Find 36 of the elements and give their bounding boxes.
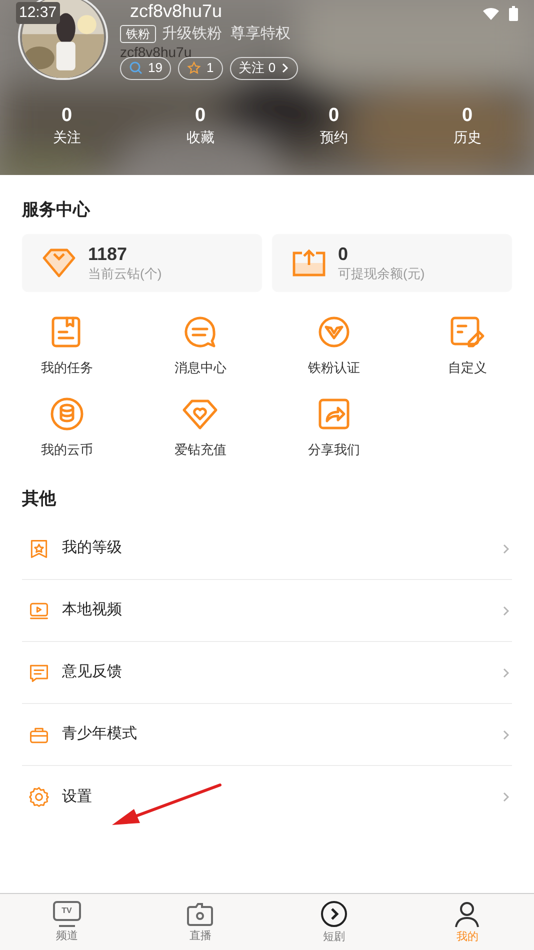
user-icon	[453, 900, 482, 928]
chevron-icon	[502, 666, 510, 678]
shortcut-item[interactable]: 消息中心	[134, 312, 267, 378]
upload-icon	[292, 249, 326, 277]
balance-card[interactable]: 1187 当前云钻(个)	[22, 234, 262, 292]
shortcut-item[interactable]: 分享我们	[267, 394, 400, 460]
chevron-icon	[502, 728, 510, 740]
chevron-icon	[502, 604, 510, 616]
balance-value: 1187	[88, 243, 128, 265]
balance-label: 当前云钻(个)	[88, 265, 162, 283]
balance-card[interactable]: 0 可提现余额(元)	[272, 234, 512, 292]
shortcut-item[interactable]: 爱钻充值	[134, 394, 267, 460]
diamond-icon	[42, 248, 76, 278]
menu-item[interactable]: 本地视频	[22, 580, 512, 642]
chevron-icon	[502, 542, 510, 554]
nav-tab[interactable]: TV 频道	[0, 894, 134, 950]
chevron-icon	[502, 791, 510, 803]
section-title: 其他	[22, 488, 58, 510]
balance-label: 可提现余额(元)	[338, 265, 425, 283]
tv-icon-text: TV	[62, 907, 72, 915]
shortcut-item[interactable]: 铁粉认证	[267, 312, 400, 378]
section-title: 服务中心	[22, 199, 92, 221]
shortcut-item[interactable]: 我的任务	[0, 312, 134, 378]
nav-tab[interactable]: 短剧	[267, 894, 400, 950]
camera-icon	[186, 901, 214, 927]
level-icon	[28, 538, 50, 560]
menu-item[interactable]: 意见反馈	[22, 642, 512, 704]
shortcut-item[interactable]: 自定义	[400, 312, 534, 378]
menu-item[interactable]: 设置	[22, 766, 512, 828]
menu-item[interactable]: 我的等级	[22, 518, 512, 580]
menu-item[interactable]: 青少年模式	[22, 704, 512, 766]
shortcut-item[interactable]: 我的云币	[0, 394, 134, 460]
nav-tab[interactable]: 直播	[134, 894, 267, 950]
balance-value: 0	[338, 243, 350, 265]
play-icon	[320, 900, 348, 928]
settings-icon	[28, 786, 50, 808]
